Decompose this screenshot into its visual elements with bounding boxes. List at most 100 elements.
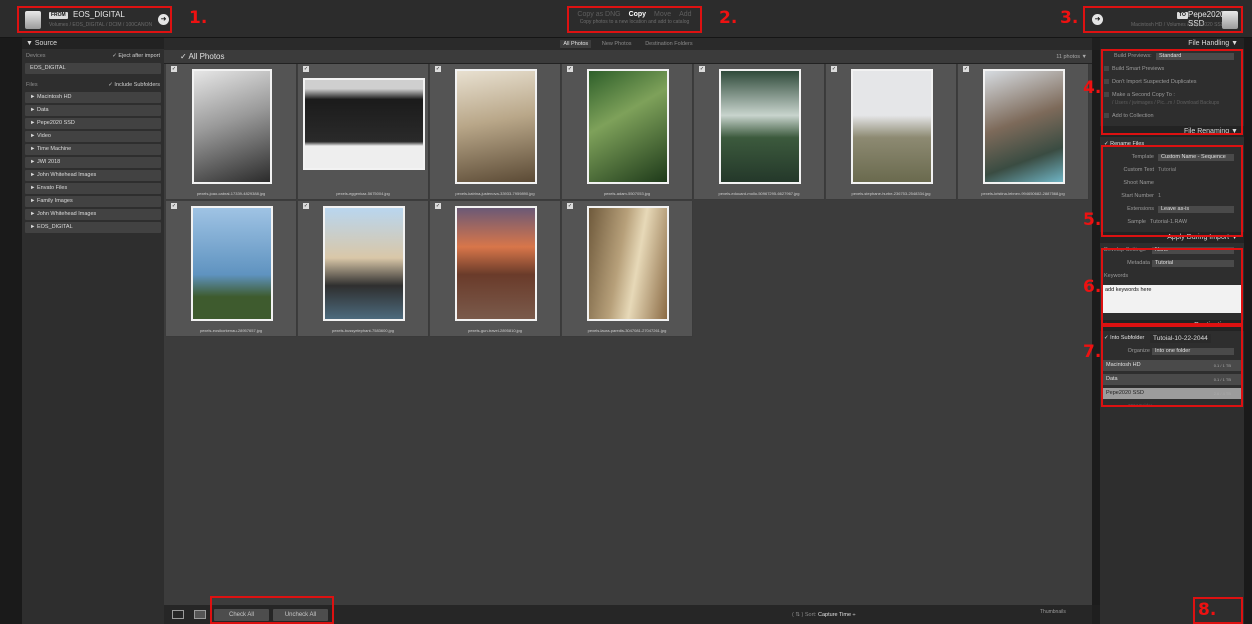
- photo-cell[interactable]: ✓ pexels-katrina-justenova-33933-7959890.…: [430, 64, 561, 200]
- source-folder-item[interactable]: ► Family Images: [25, 196, 161, 207]
- source-disk-icon: [25, 11, 41, 29]
- source-folder-item[interactable]: ► John Whitehead Images: [25, 170, 161, 181]
- photo-grid: ✓ pexels-joao-cabral-17339-4829388.jpg ✓ pe…: [164, 64, 1092, 605]
- tab-new-photos[interactable]: New Photos: [599, 40, 635, 48]
- photo-thumbnail[interactable]: [982, 69, 1065, 184]
- photo-cell[interactable]: ✓ pexels-kristina-lebnev-994650682-288756…: [958, 64, 1089, 200]
- photo-filename: pexels-edouard-mollo-50967295-6627967.jp…: [718, 191, 800, 196]
- photo-cell[interactable]: ✓ pexels-eggenkaz-5675004.jpg: [298, 64, 429, 200]
- mode-move[interactable]: Move: [654, 11, 671, 18]
- sort-label: Sort:: [804, 612, 817, 618]
- left-edge: [0, 38, 22, 624]
- source-folder-item[interactable]: ► Pepe2020 SSD: [25, 118, 161, 129]
- mode-copy-dng[interactable]: Copy as DNG: [577, 11, 620, 18]
- photo-cell[interactable]: ✓ pexels-gun-travel-2895810.jpg: [430, 201, 561, 337]
- photo-cell[interactable]: ✓ pexels-adam-5507053.jpg: [562, 64, 693, 200]
- check-buttons-highlight: [210, 596, 334, 624]
- photo-cell[interactable]: ✓ pexels-stephane-hurbe-236753-2548334.jp…: [826, 64, 957, 200]
- tab-destination-folders[interactable]: Destination Folders: [642, 40, 695, 48]
- photo-filename: pexels-joao-cabral-17339-4829388.jpg: [196, 191, 266, 196]
- source-folder-item[interactable]: ► Time Machine: [25, 144, 161, 155]
- photo-thumbnail[interactable]: [190, 206, 273, 321]
- photo-filename: pexels-kristina-lebnev-994650682-2887568…: [981, 191, 1065, 196]
- photo-thumbnail[interactable]: [454, 69, 537, 184]
- source-header[interactable]: ▼ Source: [22, 38, 164, 49]
- devices-label: Devices: [26, 53, 46, 59]
- callout-5: 5.: [1083, 210, 1102, 230]
- callout-6: 6.: [1083, 277, 1102, 297]
- source-volume-selector[interactable]: FROM EOS_DIGITAL Volumes / EOS_DIGITAL /…: [17, 6, 172, 33]
- import-mode-selector: Copy as DNG Copy Move Add Copy photos to…: [567, 6, 702, 33]
- eject-checkbox[interactable]: ✓ Eject after import: [112, 51, 160, 61]
- sort-value[interactable]: Capture Time ÷: [818, 612, 856, 618]
- callout-2: 2.: [719, 8, 738, 28]
- photo-checkbox-icon[interactable]: ✓: [435, 203, 441, 209]
- thumbnails-label: Thumbnails: [1040, 609, 1066, 615]
- photo-thumbnail[interactable]: [322, 206, 405, 321]
- callout-1: 1.: [189, 8, 208, 28]
- destination-volume-selector[interactable]: ➜ TO Pepe2020 SSD Macintosh HD / Volumes…: [1083, 6, 1243, 33]
- photo-checkbox-icon[interactable]: ✓: [435, 66, 441, 72]
- photo-checkbox-icon[interactable]: ✓: [171, 66, 177, 72]
- destination-arrow-icon[interactable]: ➜: [1092, 14, 1103, 25]
- photo-cell[interactable]: ✓ pexels-laura-paredis-3047081-27047261.j…: [562, 201, 693, 337]
- photo-thumbnail[interactable]: [586, 69, 669, 184]
- grid-view-icon[interactable]: [172, 610, 184, 619]
- file-handling-header[interactable]: File Handling ▼: [1100, 38, 1244, 49]
- photo-filename: pexels-eosikorkenau-28957657.jpg: [199, 328, 263, 333]
- mode-copy[interactable]: Copy: [629, 11, 647, 18]
- photo-filename: pexels-laura-paredis-3047081-27047261.jp…: [587, 328, 667, 333]
- source-volume-name: EOS_DIGITAL: [73, 10, 125, 19]
- source-folder-item[interactable]: ► Envato Files: [25, 183, 161, 194]
- photo-checkbox-icon[interactable]: ✓: [963, 66, 969, 72]
- photo-thumbnail[interactable]: [718, 69, 801, 184]
- photo-checkbox-icon[interactable]: ✓: [567, 203, 573, 209]
- mode-add[interactable]: Add: [679, 11, 691, 18]
- file-handling-highlight: [1101, 49, 1243, 135]
- source-folder-item[interactable]: ► Video: [25, 131, 161, 142]
- callout-8: 8.: [1198, 600, 1217, 620]
- photo-thumbnail[interactable]: [191, 69, 272, 184]
- destination-highlight: [1101, 325, 1243, 407]
- grid-tabs: All Photos New Photos Destination Folder…: [164, 38, 1092, 50]
- photo-count[interactable]: 11 photos ▼: [1056, 54, 1087, 60]
- photo-checkbox-icon[interactable]: ✓: [831, 66, 837, 72]
- source-folder-item[interactable]: ► EOS_DIGITAL: [25, 222, 161, 233]
- photo-checkbox-icon[interactable]: ✓: [567, 66, 573, 72]
- device-item[interactable]: EOS_DIGITAL: [25, 63, 161, 74]
- sort-control[interactable]: ( ⇅ ) Sort: Capture Time ÷: [792, 612, 856, 618]
- loupe-view-icon[interactable]: [194, 610, 206, 619]
- right-edge: [1244, 38, 1252, 624]
- source-folder-item[interactable]: ► Macintosh HD: [25, 92, 161, 103]
- photo-checkbox-icon[interactable]: ✓: [171, 203, 177, 209]
- photo-cell[interactable]: ✓ pexels-bussyelephant-7583600.jpg: [298, 201, 429, 337]
- source-arrow-icon[interactable]: ➜: [158, 14, 169, 25]
- photo-filename: pexels-katrina-justenova-33933-7959890.j…: [455, 191, 535, 196]
- photo-cell[interactable]: ✓ pexels-edouard-mollo-50967295-6627967.j…: [694, 64, 825, 200]
- source-panel: ▼ Source Devices ✓ Eject after import EO…: [22, 38, 164, 624]
- photo-thumbnail[interactable]: [302, 78, 425, 170]
- source-volume-path: Volumes / EOS_DIGITAL / DCIM / 100CANON: [49, 22, 153, 28]
- grid-scrollbar[interactable]: [1092, 50, 1100, 605]
- to-tag: TO: [1177, 12, 1188, 19]
- photo-filename: pexels-stephane-hurbe-236753-2548334.jpg: [851, 191, 931, 196]
- photo-thumbnail[interactable]: [850, 69, 933, 184]
- files-row: Files ✓ Include Subfolders: [22, 80, 164, 90]
- photo-checkbox-icon[interactable]: ✓: [303, 66, 309, 72]
- photo-cell[interactable]: ✓ pexels-eosikorkenau-28957657.jpg: [166, 201, 297, 337]
- grid-title[interactable]: ✓ All Photos: [180, 52, 225, 61]
- callout-3: 3.: [1060, 8, 1079, 28]
- from-tag: FROM: [49, 12, 68, 19]
- photo-checkbox-icon[interactable]: ✓: [303, 203, 309, 209]
- apply-import-highlight: [1101, 248, 1243, 325]
- photo-thumbnail[interactable]: [454, 206, 537, 321]
- tab-all-photos[interactable]: All Photos: [560, 40, 592, 48]
- source-folder-item[interactable]: ► Data: [25, 105, 161, 116]
- subfolders-checkbox[interactable]: ✓ Include Subfolders: [108, 80, 160, 90]
- photo-checkbox-icon[interactable]: ✓: [699, 66, 705, 72]
- source-folder-item[interactable]: ► John Whitehead Images: [25, 209, 161, 220]
- callout-7: 7.: [1083, 342, 1102, 362]
- photo-thumbnail[interactable]: [586, 206, 669, 321]
- photo-cell[interactable]: ✓ pexels-joao-cabral-17339-4829388.jpg: [166, 64, 297, 200]
- source-folder-item[interactable]: ► JWI 2018: [25, 157, 161, 168]
